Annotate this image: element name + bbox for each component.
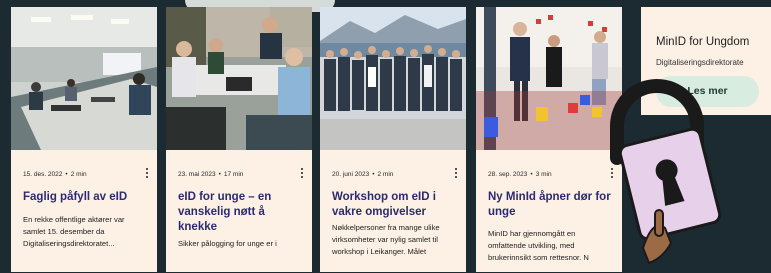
article-date: 20. juni 2023 [332, 171, 370, 178]
article-card-2[interactable]: 23. mai 2023 • 17 min eID for unge – en va… [166, 7, 312, 272]
article-title[interactable]: Faglig påfyll av eID [23, 190, 151, 205]
article-date: 28. sep. 2023 [488, 171, 528, 178]
read-time: 2 min [377, 171, 394, 178]
read-time: 2 min [70, 171, 87, 178]
article-image-podcast[interactable] [166, 7, 312, 150]
article-meta: 15. des. 2022 • 2 min [23, 171, 87, 178]
more-options-icon[interactable] [454, 168, 458, 180]
padlock-illustration [583, 78, 771, 273]
article-image-group-photo[interactable] [320, 7, 466, 150]
article-excerpt: En rekke offentlige aktører var samlet 1… [23, 215, 125, 248]
article-meta: 20. juni 2023 • 2 min [332, 171, 394, 178]
article-date: 23. mai 2023 [178, 171, 216, 178]
article-image-conference-room[interactable] [11, 7, 157, 150]
promo-subtitle: Digitaliseringsdirektorate [656, 58, 744, 67]
more-options-icon[interactable] [300, 168, 304, 180]
article-date: 15. des. 2022 [23, 171, 63, 178]
article-excerpt: Nøkkelpersoner fra mange ulike virksomhe… [332, 223, 440, 256]
article-meta: 23. mai 2023 • 17 min [178, 171, 244, 178]
article-card-1[interactable]: 15. des. 2022 • 2 min Faglig påfyll av eID… [11, 7, 157, 272]
promo-title: MinID for Ungdom [656, 36, 750, 48]
read-time: 3 min [535, 171, 552, 178]
article-title[interactable]: eID for unge – en vanskelig nøtt å knekk… [178, 190, 306, 235]
article-title[interactable]: Workshop om eID i vakre omgivelser [332, 190, 460, 220]
more-options-icon[interactable] [145, 168, 149, 180]
read-time: 17 min [223, 171, 244, 178]
article-card-3[interactable]: 20. juni 2023 • 2 min Workshop om eID i va… [320, 7, 466, 272]
article-excerpt: Sikker pålogging for unge er i [178, 239, 277, 248]
